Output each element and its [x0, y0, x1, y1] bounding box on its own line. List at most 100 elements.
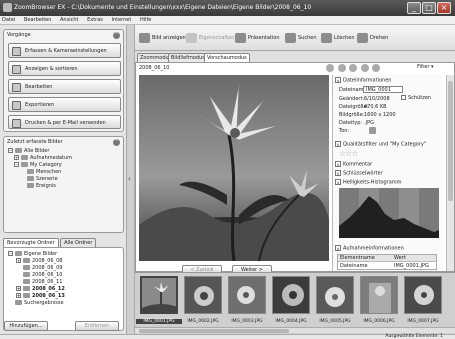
- tree-item[interactable]: 2008_06_09: [8, 265, 65, 272]
- tree-item[interactable]: Ereignis: [8, 183, 72, 190]
- preview-area: 2008_06_10 Filter ▾ < Zurück Weiter > ∧ D: [135, 62, 455, 275]
- rotate-button[interactable]: Drehen: [357, 32, 388, 45]
- properties-button[interactable]: Eigenschaften: [186, 32, 234, 45]
- print-email-button[interactable]: Drucken & per E-Mail versenden: [8, 115, 121, 129]
- tab-preview-mode[interactable]: Vorschaumodus: [204, 53, 250, 62]
- tree-item[interactable]: 2008_06_11: [8, 279, 65, 286]
- scroll-thumb[interactable]: [139, 329, 289, 333]
- tree-item[interactable]: − Eigene Bilder: [8, 251, 65, 258]
- search-button[interactable]: Suchen: [285, 32, 317, 45]
- filter-button[interactable]: Filter ▾: [417, 64, 434, 70]
- tasks-collapse-icon[interactable]: ^: [113, 32, 120, 39]
- collapse-icon[interactable]: ∧: [335, 179, 341, 185]
- histogram-section[interactable]: ∧ Helligkeits-Histogramm: [335, 179, 402, 186]
- tree-item[interactable]: +2008_06_12: [8, 286, 65, 293]
- export-icon: [12, 101, 21, 110]
- edit-button[interactable]: Bearbeiten: [8, 79, 121, 94]
- file-info-section[interactable]: ∧ Dateiinformationen: [335, 77, 391, 84]
- menu-datei[interactable]: Datei: [2, 16, 15, 25]
- table-cell: Dateiname: [340, 263, 368, 269]
- sound-icon[interactable]: [369, 127, 376, 134]
- brightness-histogram: [339, 188, 439, 238]
- recent-collapse-icon[interactable]: ^: [113, 139, 120, 146]
- refresh-icon[interactable]: [349, 64, 358, 72]
- expand-icon[interactable]: ∨: [335, 141, 341, 147]
- collapse-icon[interactable]: ∧: [335, 245, 341, 251]
- thumbnail[interactable]: [184, 276, 222, 314]
- thumbnail[interactable]: [404, 276, 442, 314]
- menu-ansicht[interactable]: Ansicht: [60, 16, 78, 25]
- folder-icon: [15, 148, 22, 153]
- menu-hilfe[interactable]: Hilfe: [140, 16, 151, 25]
- tab-all-folders[interactable]: Alle Ordner: [60, 238, 97, 247]
- tab-favorite-folders[interactable]: Bevorzugte Ordner: [3, 238, 59, 247]
- table-header: Wert: [394, 255, 406, 261]
- thumbnail[interactable]: [228, 276, 266, 314]
- calendar-icon: [21, 155, 28, 160]
- tree-item[interactable]: + Aufnahmedatum: [8, 155, 72, 162]
- next-circle-icon[interactable]: [337, 64, 346, 72]
- prev-circle-icon[interactable]: [326, 64, 334, 72]
- trash-icon: [321, 32, 332, 43]
- expand-icon[interactable]: +: [14, 155, 19, 160]
- status-bar: Ausgewählte Elemente: 1: [0, 334, 455, 339]
- quality-section[interactable]: ∨ Qualitätsfilter und "My Category": [335, 141, 426, 148]
- tree-item[interactable]: +2008_06_13: [8, 293, 65, 300]
- thumbnail[interactable]: [272, 276, 310, 314]
- expand-icon[interactable]: +: [16, 286, 21, 291]
- tree-item[interactable]: Suchergebnisse: [8, 300, 65, 307]
- minimize-button[interactable]: _: [407, 2, 421, 14]
- thumbnail-strip: IMG_0001.JPG IMG_0002.JPG IMG_0003.JPG I…: [135, 272, 455, 334]
- view-icon: [12, 65, 21, 74]
- thumbnail[interactable]: [360, 276, 398, 314]
- menu-bearbeiten[interactable]: Bearbeiten: [24, 16, 51, 25]
- tree-item[interactable]: − Alle Bilder: [8, 148, 72, 155]
- menu-extras[interactable]: Extras: [87, 16, 103, 25]
- menu-internet[interactable]: Internet: [111, 16, 131, 25]
- add-folder-button[interactable]: Hinzufügen...: [4, 321, 48, 331]
- collapse-icon[interactable]: ∧: [335, 77, 341, 83]
- keywords-section[interactable]: ∨ Schlüsselwörter: [335, 170, 383, 177]
- presentation-button[interactable]: Präsentation: [235, 32, 280, 45]
- view-sort-button[interactable]: Anzeigen & sortieren: [8, 61, 121, 76]
- tree-item[interactable]: Menschen: [8, 169, 72, 176]
- export-button[interactable]: Exportieren: [8, 97, 121, 112]
- info-scrollbar[interactable]: [446, 75, 454, 271]
- comment-section[interactable]: ∨ Kommentar: [335, 161, 372, 168]
- rating-stars[interactable]: ☆☆☆: [339, 149, 358, 158]
- thumbnail-scrollbar[interactable]: [135, 327, 455, 333]
- pane-collapse-handle[interactable]: ‹: [127, 25, 135, 334]
- rating-dropdown-icon[interactable]: [360, 64, 369, 72]
- table-header: Elementname: [340, 255, 375, 261]
- tree-item[interactable]: − My Category: [8, 162, 72, 169]
- thumbnail[interactable]: [316, 276, 354, 314]
- info-dropdown-icon[interactable]: [372, 64, 381, 72]
- collapse-icon[interactable]: −: [8, 148, 13, 153]
- close-button[interactable]: ×: [437, 2, 451, 14]
- thumbnail-label: IMG_0006.JPG: [363, 319, 395, 324]
- remove-folder-button[interactable]: Entfernen: [75, 321, 119, 331]
- tree-item[interactable]: Szenerie: [8, 176, 72, 183]
- maximize-button[interactable]: □: [422, 2, 436, 14]
- shooting-info-section[interactable]: ∧ Aufnahmeinformationen: [335, 245, 404, 252]
- collapse-icon[interactable]: −: [14, 162, 19, 167]
- capture-settings-button[interactable]: Erfassen & Kameraeinstellungen: [8, 43, 121, 58]
- menu-bar: Datei Bearbeiten Ansicht Extras Internet…: [0, 16, 455, 25]
- people-icon: [27, 169, 34, 174]
- tree-item[interactable]: 2008_06_10: [8, 272, 65, 279]
- category-icon: [21, 162, 28, 167]
- expand-icon[interactable]: ∨: [335, 161, 341, 167]
- collapse-icon[interactable]: −: [8, 251, 13, 256]
- protect-checkbox[interactable]: Schützen: [401, 95, 431, 101]
- expand-icon[interactable]: +: [16, 293, 21, 298]
- tab-scroll-mode[interactable]: Bildliefmodus: [168, 53, 208, 62]
- tree-item[interactable]: +2008_06_08: [8, 258, 65, 265]
- presentation-icon: [235, 32, 246, 43]
- scroll-thumb[interactable]: [448, 81, 453, 201]
- filename-field[interactable]: IMG_0001: [363, 86, 403, 93]
- view-images-button[interactable]: Bild anzeigen: [139, 32, 186, 45]
- expand-icon[interactable]: +: [16, 258, 21, 263]
- delete-button[interactable]: Löschen: [321, 32, 355, 45]
- expand-icon[interactable]: ∨: [335, 170, 341, 176]
- thumbnail[interactable]: [140, 276, 178, 314]
